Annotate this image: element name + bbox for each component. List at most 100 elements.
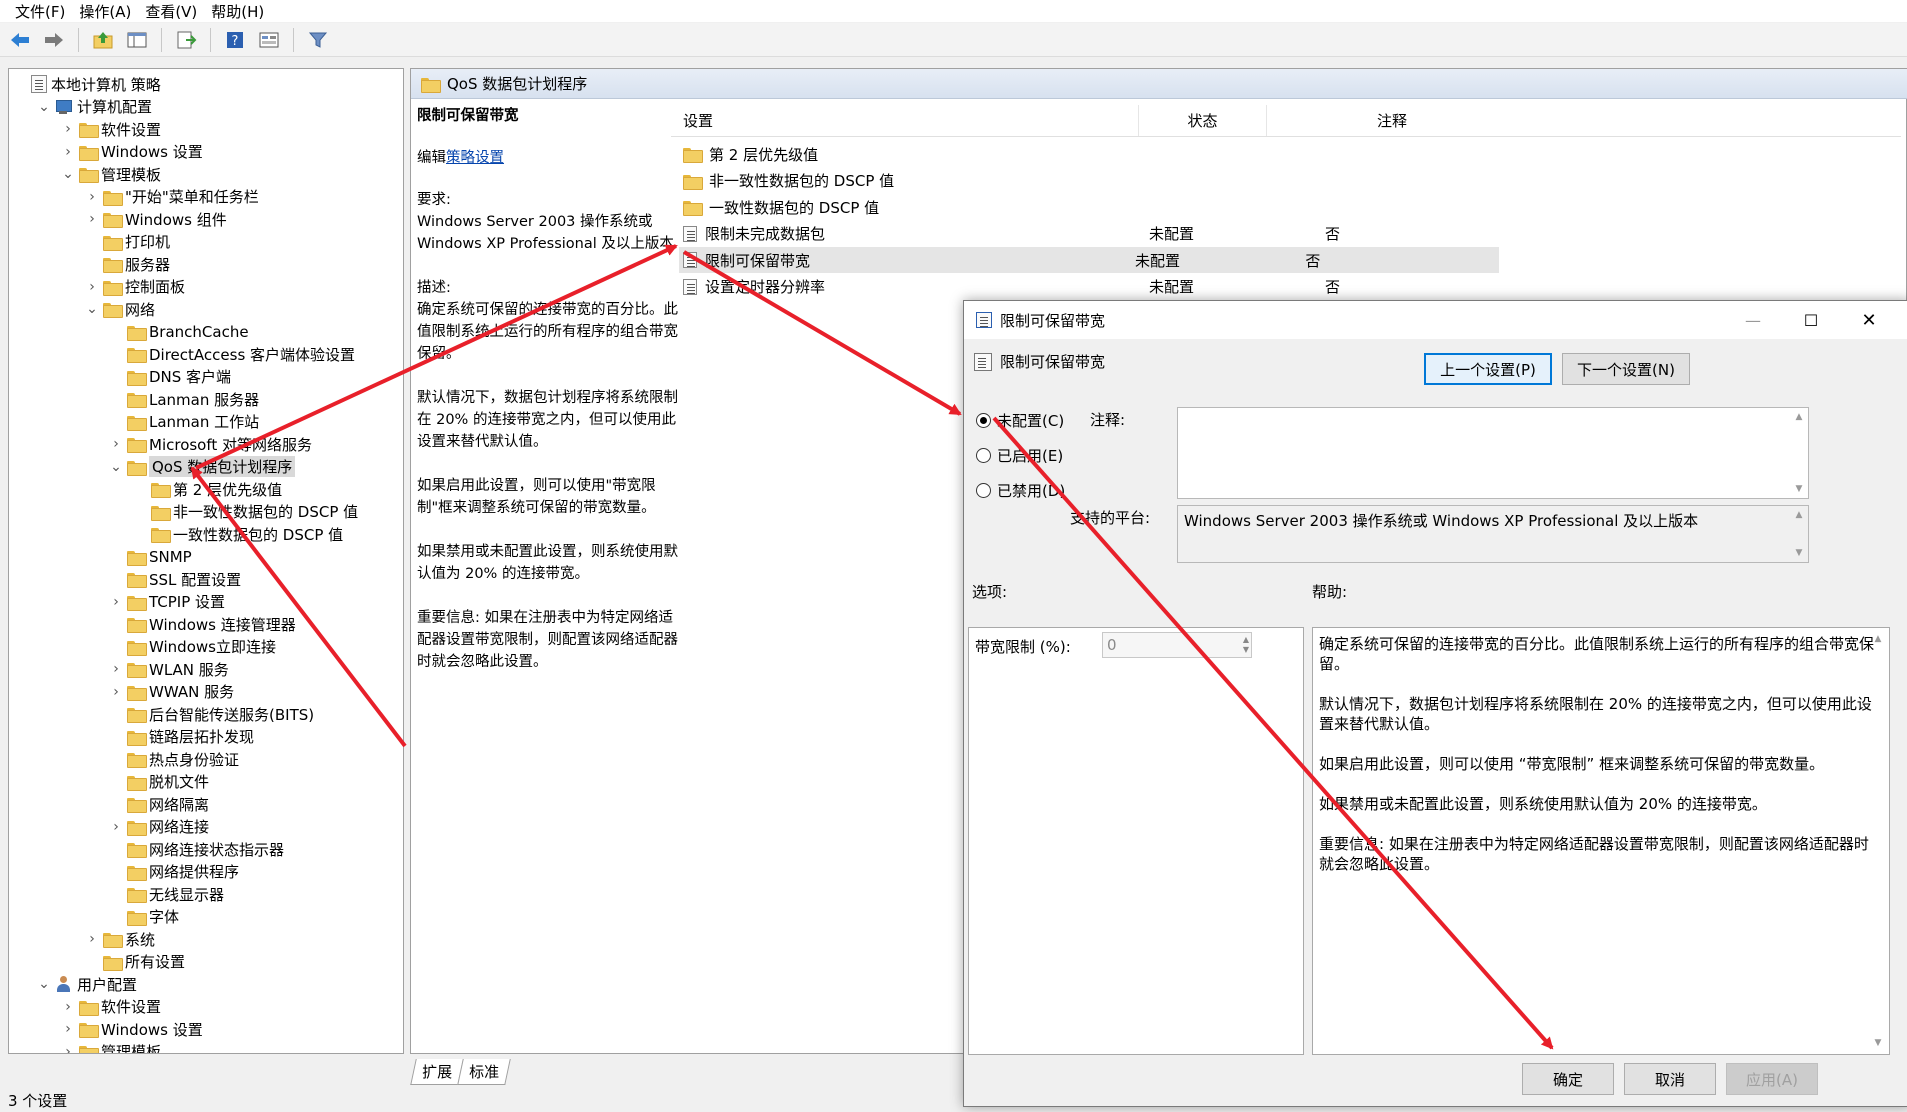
tree-item[interactable]: › WWAN 服务 [109,681,234,703]
scroll-up-icon[interactable]: ▲ [1792,412,1806,422]
chevron-down-icon[interactable]: ⌄ [109,459,123,475]
tree-item[interactable]: Windows立即连接 [109,636,276,658]
tab-standard[interactable]: 标准 [457,1059,511,1085]
minimize-icon[interactable]: — [1724,301,1782,339]
tree-item[interactable]: › 控制面板 [85,276,185,298]
tree-item[interactable]: 网络连接状态指示器 [109,838,284,860]
setting-row[interactable]: 限制可保留带宽 未配置 否 [679,247,1499,273]
tree-item[interactable]: › Windows 组件 [85,208,227,230]
chevron-right-icon[interactable]: › [61,1044,75,1054]
scroll-up-icon[interactable]: ▲ [1871,634,1885,644]
tree-item[interactable]: › Windows 设置 [61,141,203,163]
tree-item[interactable]: › Microsoft 对等网络服务 [109,433,312,455]
tree-item[interactable]: › 软件设置 [61,118,161,140]
next-setting-button[interactable]: 下一个设置(N) [1562,353,1690,385]
tree-item[interactable]: ⌄ 计算机配置 [37,96,152,118]
tree-item[interactable]: BranchCache [109,321,249,343]
tree-item[interactable]: › 管理模板 [61,1041,161,1054]
radio-button[interactable] [976,412,991,428]
maximize-icon[interactable]: ☐ [1782,301,1840,339]
tree-item[interactable]: 一致性数据包的 DSCP 值 [133,523,343,545]
tree-item[interactable]: 网络提供程序 [109,861,239,883]
cancel-button[interactable]: 取消 [1624,1063,1716,1095]
tree-item[interactable]: ⌄ 网络 [85,298,155,320]
scroll-up-icon[interactable]: ▲ [1792,510,1806,520]
spin-arrows-icon[interactable]: ▲ ▼ [1243,635,1249,655]
tree-item[interactable]: ⌄ 用户配置 [37,973,137,995]
menu-view[interactable]: 查看(V) [138,1,204,22]
properties-icon[interactable] [255,26,283,54]
chevron-right-icon[interactable]: › [85,211,99,227]
tab-extended[interactable]: 扩展 [410,1059,464,1085]
tree-item[interactable]: Windows 连接管理器 [109,613,296,635]
close-icon[interactable]: ✕ [1840,301,1898,339]
chevron-right-icon[interactable]: › [61,1021,75,1037]
chevron-down-icon[interactable]: ⌄ [37,976,51,992]
tree-item[interactable]: 网络隔离 [109,793,209,815]
chevron-right-icon[interactable]: › [85,279,99,295]
tree-item[interactable]: ⌄ 管理模板 [61,163,161,185]
chevron-down-icon[interactable]: ⌄ [37,99,51,115]
radio-button[interactable] [976,447,991,463]
setting-row[interactable]: 非一致性数据包的 DSCP 值 [679,168,1899,194]
tree-item[interactable]: 第 2 层优先级值 [133,478,282,500]
up-folder-icon[interactable] [89,26,117,54]
tree-item[interactable]: › Windows 设置 [61,1018,203,1040]
chevron-right-icon[interactable]: › [109,684,123,700]
menu-action[interactable]: 操作(A) [72,1,138,22]
tree-item[interactable]: 服务器 [85,253,170,275]
setting-row[interactable]: 第 2 层优先级值 [679,141,1899,167]
edit-policy-link[interactable]: 策略设置 [446,150,504,166]
tree-item[interactable]: › 系统 [85,928,155,950]
tree-item[interactable]: 无线显示器 [109,883,224,905]
tree-item[interactable]: › "开始"菜单和任务栏 [85,186,259,208]
radio-disabled[interactable]: 已禁用(D) [976,478,1065,502]
radio-button[interactable] [976,482,991,498]
scroll-down-icon[interactable]: ▼ [1792,484,1806,494]
chevron-right-icon[interactable]: › [85,189,99,205]
tree-item[interactable]: › 软件设置 [61,996,161,1018]
radio-not-configured[interactable]: 未配置(C) [976,408,1064,432]
show-hide-tree-icon[interactable] [123,26,151,54]
setting-row[interactable]: 一致性数据包的 DSCP 值 [679,194,1899,220]
comment-textarea[interactable]: ▲ ▼ [1177,407,1809,499]
tree-item[interactable]: Lanman 工作站 [109,411,259,433]
tree-item[interactable]: 链路层拓扑发现 [109,726,254,748]
console-tree[interactable]: 本地计算机 策略 ⌄ 计算机配置 › 软件设置 › Windows 设置 ⌄ 管理模板 › "开始"… [8,68,404,1054]
tree-item[interactable]: 所有设置 [85,951,185,973]
tree-item[interactable]: SNMP [109,546,192,568]
chevron-down-icon[interactable]: ⌄ [85,301,99,317]
tree-item[interactable]: 脱机文件 [109,771,209,793]
chevron-right-icon[interactable]: › [109,436,123,452]
column-header-comment[interactable]: 注释 [1267,105,1517,136]
previous-setting-button[interactable]: 上一个设置(P) [1424,353,1552,385]
chevron-right-icon[interactable]: › [85,931,99,947]
help-icon[interactable]: ? [221,26,249,54]
menu-help[interactable]: 帮助(H) [204,1,271,22]
bandwidth-limit-spinbox[interactable]: 0 ▲ ▼ [1102,632,1252,658]
tree-item[interactable]: SSL 配置设置 [109,568,241,590]
tree-item[interactable]: 本地计算机 策略 [13,73,161,95]
radio-enabled[interactable]: 已启用(E) [976,443,1063,467]
tree-item[interactable]: › TCPIP 设置 [109,591,225,613]
chevron-right-icon[interactable]: › [61,999,75,1015]
chevron-right-icon[interactable]: › [109,661,123,677]
tree-item[interactable]: DirectAccess 客户端体验设置 [109,343,355,365]
export-list-icon[interactable] [172,26,200,54]
apply-button[interactable]: 应用(A) [1726,1063,1818,1095]
tree-item[interactable]: 字体 [109,906,179,928]
setting-row[interactable]: 限制未完成数据包 未配置 否 [679,221,1899,247]
column-header-state[interactable]: 状态 [1139,105,1267,136]
column-header-setting[interactable]: 设置 [671,105,1139,136]
chevron-right-icon[interactable]: › [109,594,123,610]
tree-item[interactable]: › WLAN 服务 [109,658,229,680]
scroll-down-icon[interactable]: ▼ [1792,548,1806,558]
menu-file[interactable]: 文件(F) [8,1,72,22]
chevron-right-icon[interactable]: › [61,144,75,160]
tree-item[interactable]: › 网络连接 [109,816,209,838]
scroll-down-icon[interactable]: ▼ [1871,1038,1885,1048]
tree-item[interactable]: Lanman 服务器 [109,388,259,410]
chevron-right-icon[interactable]: › [61,121,75,137]
tree-item[interactable]: ⌄ QoS 数据包计划程序 [109,456,296,478]
filter-icon[interactable] [304,26,332,54]
